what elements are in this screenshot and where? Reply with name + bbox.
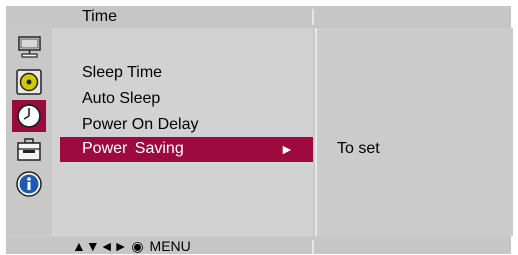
menu-panel: Sleep Time Auto Sleep Power On Delay Pow… bbox=[52, 28, 313, 236]
info-icon[interactable] bbox=[12, 168, 46, 200]
toolbox-icon[interactable] bbox=[12, 134, 46, 166]
footer-divider bbox=[312, 240, 314, 254]
header-bar: Time bbox=[6, 6, 511, 28]
navigation-keys-icon: ▲▼◄► ◉ bbox=[72, 238, 144, 254]
header-divider bbox=[312, 9, 314, 25]
right-arrow-icon: ► bbox=[280, 141, 294, 157]
menu-item-auto-sleep[interactable]: Auto Sleep bbox=[82, 90, 160, 108]
menu-label: MENU bbox=[149, 238, 191, 254]
detail-panel: To set bbox=[315, 28, 513, 236]
osd-menu: Time Sleep Time Auto Sleep Power On Dela… bbox=[6, 6, 513, 254]
disc-icon[interactable] bbox=[12, 66, 46, 98]
setting-value: To set bbox=[337, 140, 380, 157]
menu-item-power-saving[interactable]: Power Saving ► bbox=[60, 137, 313, 162]
monitor-icon[interactable] bbox=[12, 32, 46, 64]
menu-item-label: Power Saving bbox=[82, 140, 184, 157]
menu-title: Time bbox=[82, 8, 117, 25]
menu-item-power-on-delay[interactable]: Power On Delay bbox=[82, 116, 199, 134]
footer-bar: ▲▼◄► ◉ MENU bbox=[6, 238, 511, 254]
clock-icon[interactable] bbox=[12, 100, 46, 132]
menu-item-sleep-time[interactable]: Sleep Time bbox=[82, 64, 162, 82]
sidebar bbox=[6, 28, 52, 236]
navigation-hint: ▲▼◄► ◉ MENU bbox=[72, 238, 191, 255]
